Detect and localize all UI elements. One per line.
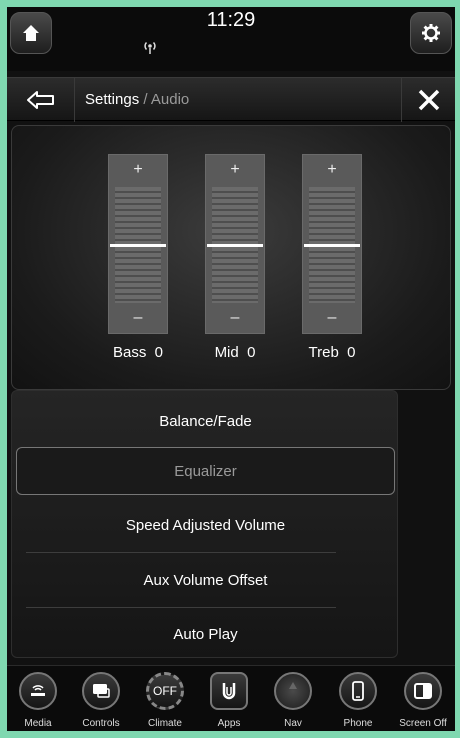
media-icon <box>19 672 57 710</box>
audio-settings-list: Balance/Fade Equalizer Speed Adjusted Vo… <box>11 390 398 658</box>
mid-caption: Mid 0 <box>185 344 285 361</box>
mid-decrease-button[interactable]: – <box>206 303 264 333</box>
dock-climate[interactable]: OFF Climate <box>134 668 196 730</box>
gear-icon <box>422 24 440 42</box>
dock-nav[interactable]: Nav <box>262 668 324 730</box>
bass-label: Bass <box>112 344 147 361</box>
controls-icon <box>82 672 120 710</box>
treble-track[interactable] <box>304 187 360 303</box>
treble-caption: Treb 0 <box>282 344 382 361</box>
close-button[interactable] <box>401 78 455 122</box>
divider <box>26 552 336 553</box>
phone-icon <box>339 672 377 710</box>
breadcrumb-root[interactable]: Settings <box>85 91 139 108</box>
mid-slider[interactable]: + – <box>205 154 265 334</box>
dock-label-media: Media <box>24 718 52 729</box>
treble-value: 0 <box>347 344 356 361</box>
menu-item-aux-volume-offset[interactable]: Aux Volume Offset <box>12 554 397 606</box>
dock-controls[interactable]: Controls <box>70 668 132 730</box>
back-button[interactable] <box>7 78 75 122</box>
menu-item-balance-fade[interactable]: Balance/Fade <box>12 395 397 447</box>
menu-item-equalizer[interactable]: Equalizer <box>16 447 395 495</box>
dock-media[interactable]: Media <box>7 668 69 730</box>
treble-decrease-button[interactable]: – <box>303 303 361 333</box>
dock-label-screen-off: Screen Off <box>399 718 447 729</box>
status-bar: 11:29 <box>7 7 455 71</box>
dock-label-phone: Phone <box>343 718 373 729</box>
dock-label-apps: Apps <box>217 718 241 729</box>
dock-bar: Media Controls OFF Climate Apps Nav Phon… <box>7 665 455 731</box>
dock-label-nav: Nav <box>284 718 302 729</box>
settings-button[interactable] <box>410 12 452 54</box>
dock-label-controls: Controls <box>82 718 120 729</box>
close-icon <box>418 89 439 111</box>
dock-phone[interactable]: Phone <box>327 668 389 730</box>
bass-track[interactable] <box>110 187 166 303</box>
dock-screen-off[interactable]: Screen Off <box>392 668 454 730</box>
clock: 11:29 <box>206 9 256 31</box>
breadcrumb: Settings / Audio <box>85 91 189 108</box>
mid-increase-button[interactable]: + <box>206 155 264 185</box>
bass-caption: Bass 0 <box>88 344 188 361</box>
apps-icon <box>210 672 248 710</box>
breadcrumb-current: Audio <box>150 91 190 108</box>
nav-icon <box>274 672 312 710</box>
bass-decrease-button[interactable]: – <box>109 303 167 333</box>
dock-label-climate: Climate <box>148 718 182 729</box>
page-header: Settings / Audio <box>7 77 455 122</box>
bass-increase-button[interactable]: + <box>109 155 167 185</box>
breadcrumb-separator: / <box>139 91 151 108</box>
treble-increase-button[interactable]: + <box>303 155 361 185</box>
climate-icon: OFF <box>146 672 184 710</box>
treble-level-indicator[interactable] <box>304 243 360 247</box>
bass-value: 0 <box>154 344 164 361</box>
bass-slider[interactable]: + – <box>108 154 168 334</box>
bass-level-indicator[interactable] <box>110 243 166 247</box>
screen-off-icon <box>404 672 442 710</box>
equalizer-panel: + – + – + – Bass 0 Mid 0 Treb 0 <box>11 125 451 390</box>
head-unit-screen: 11:29 Settings / Audio + – + – + – Bass … <box>7 7 455 731</box>
treble-label: Treb <box>308 344 339 361</box>
mid-level-indicator[interactable] <box>207 243 263 247</box>
radio-signal-icon <box>141 39 159 58</box>
mid-label: Mid <box>214 344 239 361</box>
menu-item-auto-play[interactable]: Auto Play <box>12 608 397 657</box>
menu-item-speed-adjusted-volume[interactable]: Speed Adjusted Volume <box>12 499 397 551</box>
back-arrow-icon <box>26 91 54 109</box>
mid-track[interactable] <box>207 187 263 303</box>
climate-off-text: OFF <box>153 684 177 698</box>
treble-slider[interactable]: + – <box>302 154 362 334</box>
mid-value: 0 <box>247 344 256 361</box>
dock-apps[interactable]: Apps <box>198 668 260 730</box>
